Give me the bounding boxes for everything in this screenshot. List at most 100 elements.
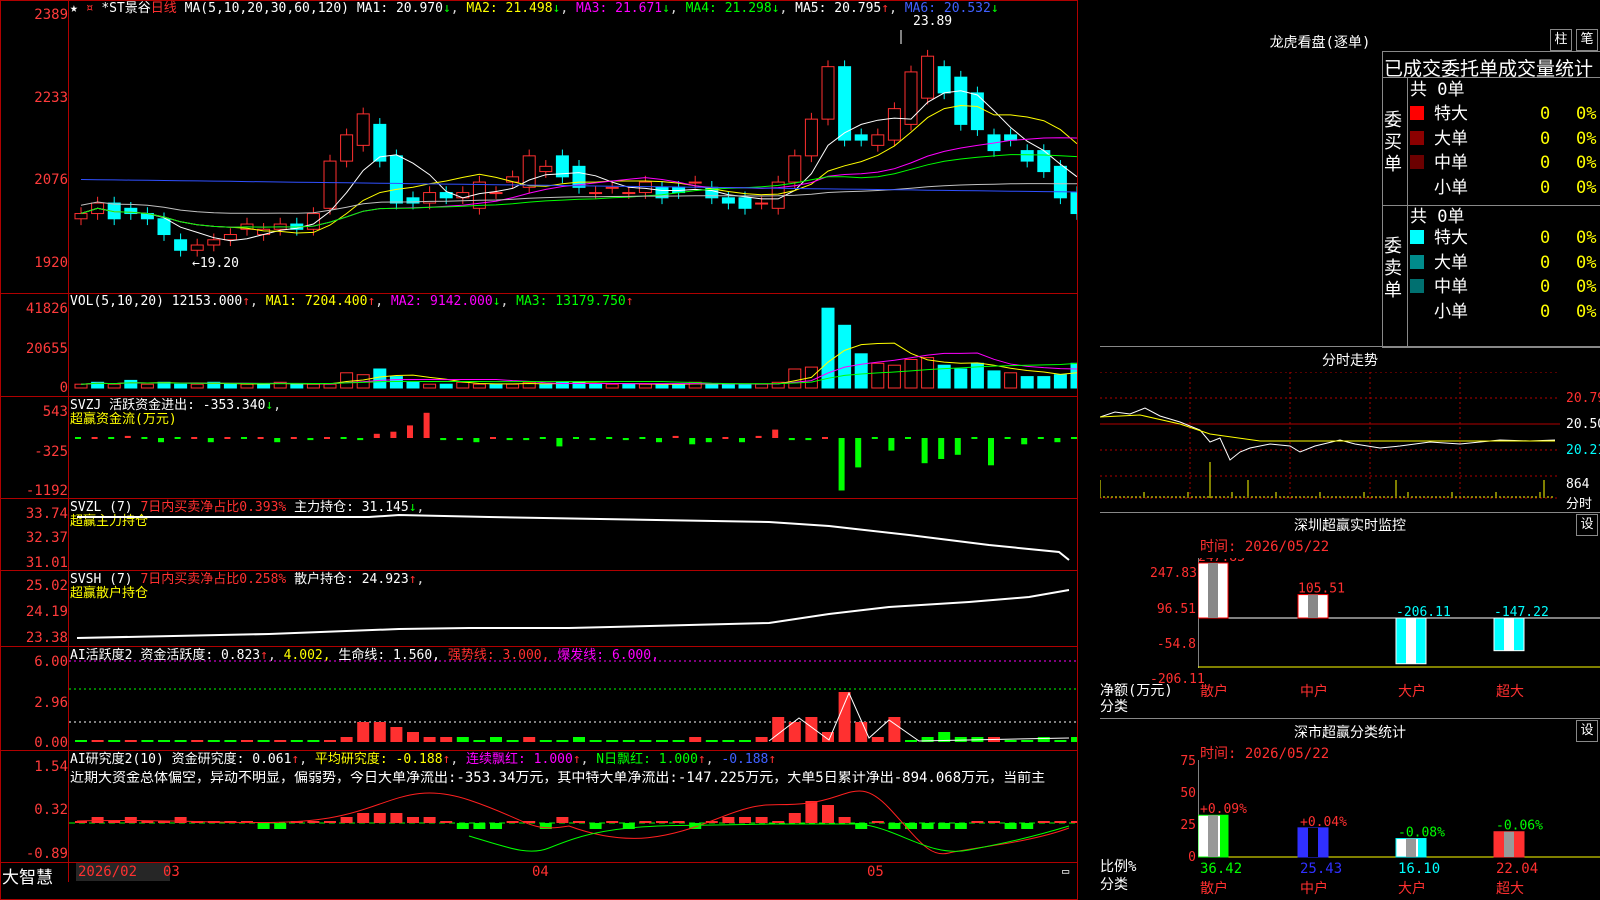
capital-flow-chart[interactable] xyxy=(69,398,1077,498)
research-bar xyxy=(91,817,104,823)
candle xyxy=(738,197,752,209)
volume-bar xyxy=(472,383,486,389)
buy-row: 特大 0 0% xyxy=(1410,104,1596,124)
intraday-chart[interactable] xyxy=(1100,372,1565,508)
ai2-value-e: -0.188 xyxy=(721,752,769,767)
date-label-feb: 2026/02 xyxy=(78,864,138,880)
svsh-axis-2: 24.19 xyxy=(25,604,68,620)
class-bar-shade xyxy=(1504,831,1514,857)
ai-activity-chart[interactable] xyxy=(69,648,1077,750)
sz-class-settings-button[interactable]: 设 xyxy=(1576,720,1598,742)
class-value-label: 25.43 xyxy=(1300,861,1342,877)
ma3-value: MA3: 21.671 xyxy=(576,1,663,16)
sz-monitor-settings-button[interactable]: 设 xyxy=(1576,514,1598,536)
activity-bar xyxy=(722,740,735,742)
sell-row: 特大 0 0% xyxy=(1410,228,1596,248)
sz-class-chart[interactable]: +0.09% 36.42 散户 +0.04% 25.43 中户 -0.08% 16.10 大户 -… xyxy=(1198,760,1600,900)
sell-row: 中单 0 0% xyxy=(1410,277,1596,297)
main-holding-chart[interactable] xyxy=(69,500,1077,570)
buy-row-name: 小单 xyxy=(1434,177,1468,198)
research-bar xyxy=(357,813,370,823)
activity-bar xyxy=(191,740,204,742)
research-bar xyxy=(1037,821,1050,823)
monitor-category-label: 中户 xyxy=(1300,683,1328,700)
candle xyxy=(605,186,619,189)
monitor-bar-label: 105.51 xyxy=(1298,582,1345,597)
buy-row-name: 大单 xyxy=(1434,128,1468,149)
flow-tick xyxy=(324,437,330,439)
color-swatch-icon xyxy=(1410,230,1424,244)
class-category-label: 散户 xyxy=(1200,880,1228,897)
monitor-bar-shade xyxy=(1406,618,1416,664)
panel-divider xyxy=(0,750,1078,751)
volume-bar xyxy=(954,368,968,389)
class-category-label: 中户 xyxy=(1300,880,1328,897)
flow-bar xyxy=(473,438,480,443)
flow-tick xyxy=(224,437,231,439)
volume-bar xyxy=(174,383,188,389)
research-bar xyxy=(307,821,320,823)
arrow-down-icon: ↓ xyxy=(990,1,999,16)
stock-name[interactable]: *ST景谷 xyxy=(101,1,150,16)
research-bar xyxy=(589,823,602,829)
candle xyxy=(871,134,885,146)
flow-tick xyxy=(257,437,264,439)
star-icon: ★ xyxy=(70,1,78,16)
buy-row-volume: 0 xyxy=(1540,177,1551,198)
research-bar xyxy=(656,821,668,823)
candle xyxy=(821,66,835,120)
volume-bar xyxy=(1037,376,1051,389)
activity-bar xyxy=(805,717,818,742)
volume-chart[interactable] xyxy=(69,296,1077,396)
sz-monitor-chart[interactable]: 247.83 散户 105.51 中户 -206.11 大户 -147.22 超大 xyxy=(1198,558,1600,718)
candle xyxy=(174,239,188,251)
research-bar xyxy=(639,821,652,823)
buy-row-volume: 0 xyxy=(1540,153,1551,173)
research-bar xyxy=(407,817,419,823)
date-label-may: 05 xyxy=(867,864,884,880)
volume-bar xyxy=(456,381,470,389)
activity-bar xyxy=(739,740,751,742)
retail-holding-chart[interactable] xyxy=(69,572,1077,646)
research-bar xyxy=(473,823,486,829)
ai2-commentary: 近期大资金总体偏空，异动不明显，偏弱势，今日大单净流出:-353.34万元，其中… xyxy=(70,771,1046,786)
bar-mode-button[interactable]: 柱 xyxy=(1550,29,1572,51)
panel-divider xyxy=(0,646,1078,647)
panel-divider xyxy=(0,570,1078,571)
buy-row: 中单 0 0% xyxy=(1410,153,1596,173)
candle xyxy=(207,239,221,246)
svzj-axis-1: 543 xyxy=(42,404,68,420)
volume-bar xyxy=(871,362,885,389)
flow-bar xyxy=(689,438,696,445)
volume-bar xyxy=(921,357,935,389)
flow-bar xyxy=(672,435,679,438)
candle xyxy=(356,113,370,146)
pen-mode-button[interactable]: 笔 xyxy=(1576,29,1598,51)
activity-bar xyxy=(606,740,619,742)
research-bar xyxy=(755,817,768,823)
activity-bar xyxy=(1021,740,1034,742)
research-bar xyxy=(938,823,951,829)
buy-row-name: 特大 xyxy=(1434,104,1468,124)
candle xyxy=(472,181,486,209)
activity-bar xyxy=(705,740,718,742)
class-bar-shade xyxy=(1208,815,1218,857)
ai2-axis-2: 0.32 xyxy=(34,802,68,818)
sz-monitor-axis-2: 96.51 xyxy=(1156,602,1196,617)
flow-bar xyxy=(124,435,131,438)
buy-row-name: 中单 xyxy=(1434,153,1468,173)
activity-bar xyxy=(656,740,668,742)
buy-row-volume: 0 xyxy=(1540,104,1551,124)
research-bar xyxy=(124,817,137,823)
sz-class-xlabel: 分类 xyxy=(1100,877,1128,893)
period-label[interactable]: 日线 xyxy=(151,1,177,16)
monitor-bar xyxy=(1493,617,1525,652)
ai-research-chart[interactable] xyxy=(69,788,1077,862)
buy-row-pct: 0% xyxy=(1576,128,1597,149)
activity-bar xyxy=(407,732,419,742)
candlestick-chart[interactable] xyxy=(69,16,1077,292)
volume-bar xyxy=(373,368,387,389)
flow-bar xyxy=(274,438,281,443)
candle xyxy=(721,197,735,204)
lock-icon[interactable]: ▭ xyxy=(1062,864,1069,878)
